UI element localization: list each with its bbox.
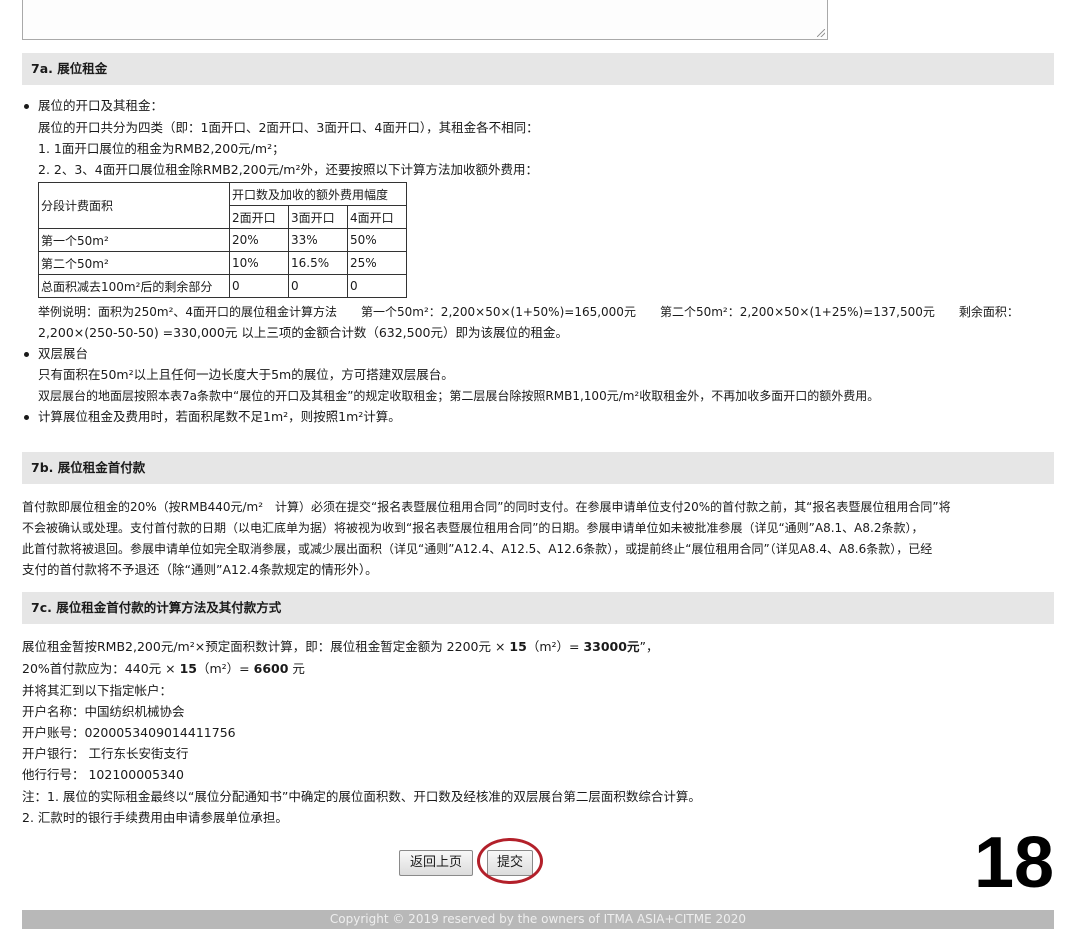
table-row: 第一个50m² 20% 33% 50% xyxy=(38,228,407,252)
highlight-circle xyxy=(477,838,543,884)
note-2: 2. 汇款时的银行手续费用由申请参展单位承担。 xyxy=(22,810,288,825)
calc-text: 展位租金暂按RMB2,200元/m²×预定面积数计算，即：展位租金暂定金额为 2… xyxy=(22,639,510,654)
table-cell: 25% xyxy=(347,251,407,275)
calc-text: （m²）= xyxy=(196,661,254,676)
table-cell: 第二个50m² xyxy=(38,251,230,275)
calc-line-2: 20%首付款应为：440元 × 15（m²）= 6600 元 xyxy=(22,659,305,679)
area-qty: 15 xyxy=(179,661,197,676)
table-cell: 第一个50m² xyxy=(38,228,230,252)
double-deck-rule-2: 双层展台的地面层按照本表7a条款中“展位的开口及其租金”的规定收取租金；第二层展… xyxy=(38,389,880,403)
bullet-opening-title: 展位的开口及其租金： xyxy=(23,96,163,116)
table-cell: 16.5% xyxy=(288,251,348,275)
resize-grip-icon[interactable] xyxy=(817,29,825,37)
table-row: 总面积减去100m²后的剩余部分 0 0 0 xyxy=(38,274,407,298)
deposit-para-1: 首付款即展位租金的20%（按RMB440元/m² 计算）必须在提交“报名表暨展位… xyxy=(22,500,951,514)
calc-text: 元 xyxy=(288,661,305,676)
table-header-2: 2面开口 xyxy=(229,205,289,229)
example-line-1: 举例说明：面积为250m²、4面开口的展位租金计算方法 第一个50m²：2,20… xyxy=(38,305,1019,319)
table-header-area: 分段计费面积 xyxy=(38,182,230,229)
calc-text: ”， xyxy=(639,639,659,654)
remarks-textarea[interactable] xyxy=(22,0,828,40)
table-header-group: 开口数及加收的额外费用幅度 xyxy=(229,182,407,206)
table-row: 第二个50m² 10% 16.5% 25% xyxy=(38,251,407,275)
bullet-rounding: 计算展位租金及费用时，若面积尾数不足1m²，则按照1m²计算。 xyxy=(24,407,401,427)
deposit-para-2: 不会被确认或处理。支付首付款的日期（以电汇底单为据）将被视为收到“报名表暨展位租… xyxy=(22,521,924,535)
table-header-4: 4面开口 xyxy=(347,205,407,229)
area-qty: 15 xyxy=(509,639,527,654)
deposit-total: 6600 xyxy=(253,661,289,676)
rent-total: 33000元 xyxy=(583,639,640,654)
deposit-para-4: 支付的首付款将不予退还（除“通则”A12.4条款规定的情形外）。 xyxy=(22,562,378,577)
bank-code: 他行行号： 102100005340 xyxy=(22,767,184,782)
table-cell: 0 xyxy=(229,274,289,298)
surcharge-table: 分段计费面积 开口数及加收的额外费用幅度 2面开口 3面开口 4面开口 第一个5… xyxy=(38,182,407,298)
table-header-3: 3面开口 xyxy=(288,205,348,229)
deposit-para-3: 此首付款将被退回。参展申请单位如完全取消参展，或减少展出面积（详见“通则”A12… xyxy=(22,542,933,556)
opening-rule-2: 2. 2、3、4面开口展位租金除RMB2,200元/m²外，还要按照以下计算方法… xyxy=(38,162,538,177)
example-line-2: 2,200×(250-50-50) =330,000元 以上三项的金额合计数（6… xyxy=(38,325,569,340)
opening-desc: 展位的开口共分为四类（即：1面开口、2面开口、3面开口、4面开口），其租金各不相… xyxy=(38,120,539,135)
page-number: 18 xyxy=(974,823,1055,903)
section-7c-heading: 7c. 展位租金首付款的计算方法及其付款方式 xyxy=(22,592,1054,624)
table-cell: 0 xyxy=(347,274,407,298)
copyright-footer: Copyright © 2019 reserved by the owners … xyxy=(22,910,1054,929)
table-cell: 10% xyxy=(229,251,289,275)
table-cell: 33% xyxy=(288,228,348,252)
section-7a-heading: 7a. 展位租金 xyxy=(22,53,1054,85)
back-button[interactable]: 返回上页 xyxy=(399,850,473,876)
table-cell: 20% xyxy=(229,228,289,252)
double-deck-rule-1: 只有面积在50m²以上且任何一边长度大于5m的展位，方可搭建双层展台。 xyxy=(38,367,454,382)
account-number: 开户账号：0200053409014411756 xyxy=(22,725,236,740)
calc-line-1: 展位租金暂按RMB2,200元/m²×预定面积数计算，即：展位租金暂定金额为 2… xyxy=(22,637,658,657)
account-name: 开户名称：中国纺织机械协会 xyxy=(22,704,185,719)
calc-text: 20%首付款应为：440元 × xyxy=(22,661,180,676)
section-7b-heading: 7b. 展位租金首付款 xyxy=(22,452,1054,484)
bullet-double-deck-title: 双层展台 xyxy=(23,344,88,364)
opening-rule-1: 1. 1面开口展位的租金为RMB2,200元/m²； xyxy=(38,141,285,156)
table-cell: 总面积减去100m²后的剩余部分 xyxy=(38,274,230,298)
note-1: 注：1. 展位的实际租金最终以“展位分配通知书”中确定的展位面积数、开口数及经核… xyxy=(22,789,701,804)
remit-intro: 并将其汇到以下指定帐户： xyxy=(22,683,173,698)
account-bank: 开户银行： 工行东长安街支行 xyxy=(22,746,189,761)
calc-text: （m²）= xyxy=(526,639,584,654)
table-cell: 0 xyxy=(288,274,348,298)
table-cell: 50% xyxy=(347,228,407,252)
form-page: 7a. 展位租金 展位的开口及其租金： 展位的开口共分为四类（即：1面开口、2面… xyxy=(22,0,1054,929)
